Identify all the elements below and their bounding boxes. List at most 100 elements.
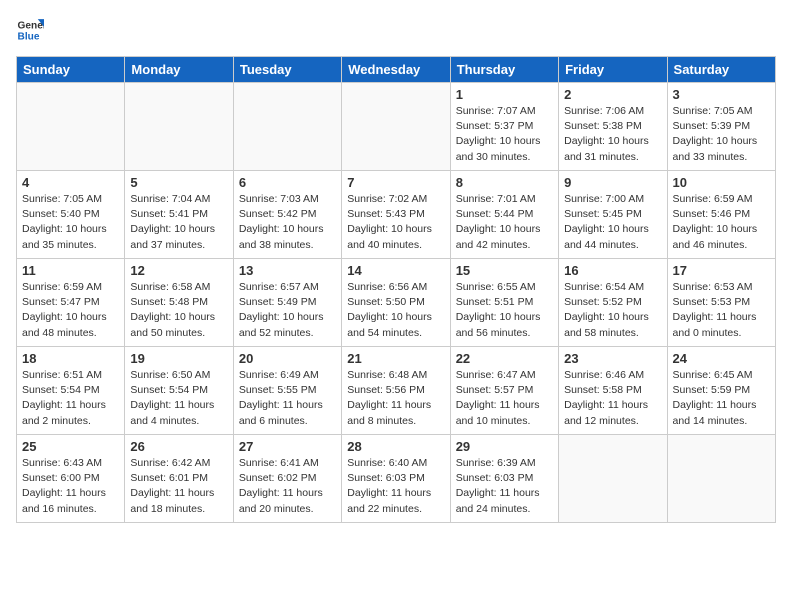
weekday-header-wednesday: Wednesday [342,57,450,83]
day-info: Sunrise: 6:45 AM Sunset: 5:59 PM Dayligh… [673,368,770,429]
calendar-cell: 18 Sunrise: 6:51 AM Sunset: 5:54 PM Dayli… [17,347,125,435]
calendar-cell: 15 Sunrise: 6:55 AM Sunset: 5:51 PM Dayli… [450,259,558,347]
day-number: 28 [347,439,444,454]
calendar-cell: 24 Sunrise: 6:45 AM Sunset: 5:59 PM Dayli… [667,347,775,435]
day-number: 14 [347,263,444,278]
calendar-cell: 1 Sunrise: 7:07 AM Sunset: 5:37 PM Daylig… [450,83,558,171]
day-number: 5 [130,175,227,190]
calendar-cell: 25 Sunrise: 6:43 AM Sunset: 6:00 PM Dayli… [17,435,125,523]
day-number: 2 [564,87,661,102]
day-info: Sunrise: 6:55 AM Sunset: 5:51 PM Dayligh… [456,280,553,341]
day-info: Sunrise: 6:51 AM Sunset: 5:54 PM Dayligh… [22,368,119,429]
day-number: 12 [130,263,227,278]
day-number: 24 [673,351,770,366]
calendar-cell: 9 Sunrise: 7:00 AM Sunset: 5:45 PM Daylig… [559,171,667,259]
calendar-cell: 22 Sunrise: 6:47 AM Sunset: 5:57 PM Dayli… [450,347,558,435]
calendar-cell: 5 Sunrise: 7:04 AM Sunset: 5:41 PM Daylig… [125,171,233,259]
day-number: 4 [22,175,119,190]
day-number: 21 [347,351,444,366]
day-info: Sunrise: 6:39 AM Sunset: 6:03 PM Dayligh… [456,456,553,517]
day-number: 27 [239,439,336,454]
day-info: Sunrise: 7:01 AM Sunset: 5:44 PM Dayligh… [456,192,553,253]
calendar-cell: 19 Sunrise: 6:50 AM Sunset: 5:54 PM Dayli… [125,347,233,435]
day-info: Sunrise: 6:48 AM Sunset: 5:56 PM Dayligh… [347,368,444,429]
day-number: 1 [456,87,553,102]
calendar-cell: 17 Sunrise: 6:53 AM Sunset: 5:53 PM Dayli… [667,259,775,347]
day-info: Sunrise: 6:46 AM Sunset: 5:58 PM Dayligh… [564,368,661,429]
calendar-cell: 23 Sunrise: 6:46 AM Sunset: 5:58 PM Dayli… [559,347,667,435]
day-number: 15 [456,263,553,278]
calendar-cell: 10 Sunrise: 6:59 AM Sunset: 5:46 PM Dayli… [667,171,775,259]
calendar-cell: 21 Sunrise: 6:48 AM Sunset: 5:56 PM Dayli… [342,347,450,435]
day-info: Sunrise: 6:47 AM Sunset: 5:57 PM Dayligh… [456,368,553,429]
day-number: 17 [673,263,770,278]
calendar-cell: 14Sunrise: 6:56 AM Sunset: 5:50 PM Dayli… [342,259,450,347]
day-number: 3 [673,87,770,102]
calendar-cell [233,83,341,171]
day-info: Sunrise: 7:07 AM Sunset: 5:37 PM Dayligh… [456,104,553,165]
calendar-cell [342,83,450,171]
day-number: 19 [130,351,227,366]
day-number: 11 [22,263,119,278]
calendar-cell: 8 Sunrise: 7:01 AM Sunset: 5:44 PM Daylig… [450,171,558,259]
weekday-header-monday: Monday [125,57,233,83]
svg-text:Blue: Blue [18,31,40,42]
day-number: 25 [22,439,119,454]
calendar-cell [559,435,667,523]
day-number: 9 [564,175,661,190]
day-number: 20 [239,351,336,366]
day-number: 13 [239,263,336,278]
day-number: 6 [239,175,336,190]
day-info: Sunrise: 6:43 AM Sunset: 6:00 PM Dayligh… [22,456,119,517]
day-number: 10 [673,175,770,190]
calendar-table: SundayMondayTuesdayWednesdayThursdayFrid… [16,56,776,523]
calendar-cell [125,83,233,171]
weekday-header-friday: Friday [559,57,667,83]
calendar-cell: 2 Sunrise: 7:06 AM Sunset: 5:38 PM Daylig… [559,83,667,171]
day-info: Sunrise: 7:06 AM Sunset: 5:38 PM Dayligh… [564,104,661,165]
day-number: 29 [456,439,553,454]
calendar-cell: 20 Sunrise: 6:49 AM Sunset: 5:55 PM Dayli… [233,347,341,435]
calendar-cell: 27 Sunrise: 6:41 AM Sunset: 6:02 PM Dayli… [233,435,341,523]
day-number: 8 [456,175,553,190]
calendar-cell: 29 Sunrise: 6:39 AM Sunset: 6:03 PM Dayli… [450,435,558,523]
calendar-cell [667,435,775,523]
day-info: Sunrise: 6:41 AM Sunset: 6:02 PM Dayligh… [239,456,336,517]
day-info: Sunrise: 6:53 AM Sunset: 5:53 PM Dayligh… [673,280,770,341]
calendar-cell: 28 Sunrise: 6:40 AM Sunset: 6:03 PM Dayli… [342,435,450,523]
calendar-cell: 4 Sunrise: 7:05 AM Sunset: 5:40 PM Daylig… [17,171,125,259]
day-info: Sunrise: 6:57 AM Sunset: 5:49 PM Dayligh… [239,280,336,341]
logo-icon: General Blue [16,16,44,44]
calendar-cell: 3 Sunrise: 7:05 AM Sunset: 5:39 PM Daylig… [667,83,775,171]
day-info: Sunrise: 6:42 AM Sunset: 6:01 PM Dayligh… [130,456,227,517]
day-number: 16 [564,263,661,278]
day-number: 23 [564,351,661,366]
weekday-header-saturday: Saturday [667,57,775,83]
day-number: 26 [130,439,227,454]
day-info: Sunrise: 6:58 AM Sunset: 5:48 PM Dayligh… [130,280,227,341]
page-header: General Blue [16,16,776,44]
day-info: Sunrise: 6:40 AM Sunset: 6:03 PM Dayligh… [347,456,444,517]
day-info: Sunrise: 7:05 AM Sunset: 5:40 PM Dayligh… [22,192,119,253]
day-info: Sunrise: 6:54 AM Sunset: 5:52 PM Dayligh… [564,280,661,341]
calendar-cell: 26 Sunrise: 6:42 AM Sunset: 6:01 PM Dayli… [125,435,233,523]
day-number: 7 [347,175,444,190]
day-info: Sunrise: 7:03 AM Sunset: 5:42 PM Dayligh… [239,192,336,253]
weekday-header-tuesday: Tuesday [233,57,341,83]
calendar-cell: 7 Sunrise: 7:02 AM Sunset: 5:43 PM Daylig… [342,171,450,259]
logo: General Blue [16,16,44,44]
day-info: Sunrise: 7:05 AM Sunset: 5:39 PM Dayligh… [673,104,770,165]
day-info: Sunrise: 7:02 AM Sunset: 5:43 PM Dayligh… [347,192,444,253]
day-info: Sunrise: 6:59 AM Sunset: 5:47 PM Dayligh… [22,280,119,341]
day-number: 22 [456,351,553,366]
day-info: Sunrise: 6:50 AM Sunset: 5:54 PM Dayligh… [130,368,227,429]
day-info: Sunrise: 7:00 AM Sunset: 5:45 PM Dayligh… [564,192,661,253]
day-info: Sunrise: 6:49 AM Sunset: 5:55 PM Dayligh… [239,368,336,429]
day-info: Sunrise: 7:04 AM Sunset: 5:41 PM Dayligh… [130,192,227,253]
calendar-cell: 16 Sunrise: 6:54 AM Sunset: 5:52 PM Dayli… [559,259,667,347]
weekday-header-sunday: Sunday [17,57,125,83]
weekday-header-thursday: Thursday [450,57,558,83]
svg-text:General: General [18,20,44,31]
day-number: 18 [22,351,119,366]
day-info: Sunrise: 6:59 AM Sunset: 5:46 PM Dayligh… [673,192,770,253]
